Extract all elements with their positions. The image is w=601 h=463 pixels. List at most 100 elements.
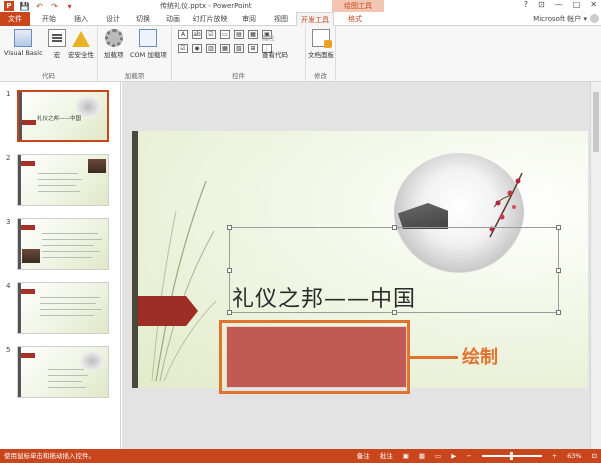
modify-group-label: 修改 <box>314 72 327 80</box>
tab-format[interactable]: 格式 <box>340 12 370 26</box>
tab-file[interactable]: 文件 <box>0 12 30 26</box>
ribbon-display-button[interactable]: ⊡ <box>538 0 545 9</box>
red-arrow-tab <box>138 296 198 326</box>
slide-sorter-icon[interactable]: ▦ <box>419 449 425 463</box>
fit-to-window-icon[interactable]: ⊡ <box>592 449 597 463</box>
addins-group-label: 加载项 <box>124 72 145 80</box>
zoom-slider[interactable] <box>481 452 542 460</box>
checkbox2-control-icon[interactable]: ☑ <box>178 44 188 53</box>
macros-button[interactable]: 宏 <box>48 29 66 59</box>
gear-icon <box>104 29 123 47</box>
slide-number: 2 <box>6 154 11 162</box>
drawn-control[interactable] <box>226 326 407 388</box>
document-panel-button[interactable]: 文档面板 <box>308 29 334 59</box>
resize-handle[interactable] <box>227 225 232 230</box>
vertical-scrollbar[interactable] <box>590 82 601 449</box>
view-code-button[interactable]: 查看代码 <box>262 49 288 59</box>
grass-decoration <box>151 180 216 381</box>
slide-number: 5 <box>6 346 11 354</box>
close-button[interactable]: ✕ <box>590 0 597 9</box>
resize-handle[interactable] <box>227 268 232 273</box>
reading-view-icon[interactable]: ▭ <box>435 449 441 463</box>
redo-icon[interactable]: ↷ <box>50 2 59 11</box>
powerpoint-logo-icon: P <box>4 1 14 11</box>
avatar[interactable] <box>590 14 599 23</box>
tab-review[interactable]: 审阅 <box>234 12 264 26</box>
addins-button[interactable]: 加载项 <box>104 29 124 59</box>
checkbox-control-icon[interactable]: ☑ <box>206 30 216 39</box>
controls-grid: A ab ☑ ▭ ▤ ▦ ▣ ☑ ◉ ▥ ▦ ▧ ⊞ ⋮ <box>178 30 273 54</box>
undo-icon[interactable]: ↶ <box>35 2 44 11</box>
tab-view[interactable]: 视图 <box>266 12 296 26</box>
thumbnail-title: 礼仪之邦——中国 <box>37 116 82 122</box>
maximize-button[interactable]: □ <box>573 0 581 9</box>
spin-control-icon[interactable]: ▦ <box>220 44 230 53</box>
textbox-control-icon[interactable]: ab <box>192 30 202 39</box>
tab-developer[interactable]: 开发工具 <box>296 12 334 26</box>
tab-slideshow[interactable]: 幻灯片放映 <box>188 12 232 26</box>
normal-view-icon[interactable]: ▣ <box>403 449 409 463</box>
slide-thumbnail-1[interactable]: 礼仪之邦——中国 <box>17 90 109 142</box>
resize-handle[interactable] <box>556 268 561 273</box>
quick-access-toolbar: P 💾 ↶ ↷ ▾ <box>4 1 74 11</box>
account-menu[interactable]: Microsoft 帐户 ▾ <box>533 14 587 24</box>
minimize-button[interactable]: — <box>555 0 563 9</box>
tab-animations[interactable]: 动画 <box>158 12 188 26</box>
listbox-control-icon[interactable]: ▤ <box>234 30 244 39</box>
modify-group: 文档面板 修改 <box>306 26 336 82</box>
slide-thumbnails-pane: 1 礼仪之邦——中国 2 3 4 5 <box>0 82 121 449</box>
notes-button[interactable]: 备注 <box>357 449 370 463</box>
slide-thumbnail-2[interactable] <box>17 154 109 206</box>
slide-number: 1 <box>6 90 11 98</box>
slide-thumbnail-4[interactable] <box>17 282 109 334</box>
combobox-control-icon[interactable]: ▦ <box>248 30 258 39</box>
help-button[interactable]: ? <box>524 0 528 9</box>
ribbon-tabs: 文件 开始 插入 设计 切换 动画 幻灯片放映 审阅 视图 开发工具 格式 Mi… <box>0 12 601 26</box>
zoom-out-button[interactable]: − <box>466 449 471 463</box>
slide-thumbnail-5[interactable] <box>17 346 109 398</box>
slide-number: 4 <box>6 282 11 290</box>
properties-button[interactable]: 属性 <box>262 32 288 42</box>
controls-group-label: 控件 <box>232 72 245 80</box>
title-bar: P 💾 ↶ ↷ ▾ 传统礼仪.pptx - PowerPoint 绘图工具 ? … <box>0 0 601 12</box>
resize-handle[interactable] <box>556 225 561 230</box>
save-icon[interactable]: 💾 <box>20 2 30 11</box>
zoom-level[interactable]: 63% <box>567 449 581 463</box>
zoom-slider-knob[interactable] <box>509 452 513 460</box>
tab-insert[interactable]: 插入 <box>66 12 96 26</box>
window-controls: ? ⊡ — □ ✕ <box>524 0 597 9</box>
com-addins-button[interactable]: COM 加载项 <box>130 29 167 59</box>
slideshow-icon[interactable]: ▶ <box>451 449 456 463</box>
zoom-in-button[interactable]: + <box>552 449 557 463</box>
controls-commands: 属性 查看代码 <box>262 32 288 59</box>
drawing-tools-context-label: 绘图工具 <box>332 0 384 12</box>
slide-thumbnail-3[interactable] <box>17 218 109 270</box>
code-group-label: 代码 <box>42 72 55 80</box>
code-group: Visual Basic 宏 宏安全性 代码 <box>0 26 98 82</box>
controls-group: A ab ☑ ▭ ▤ ▦ ▣ ☑ ◉ ▥ ▦ ▧ ⊞ ⋮ 属性 查看代码 控件 <box>172 26 306 82</box>
scrollbar-control-icon[interactable]: ⊞ <box>248 44 258 53</box>
status-bar: 使用鼠标单击和拖动插入控件。 备注 批注 ▣ ▦ ▭ ▶ − + 63% ⊡ <box>0 449 601 463</box>
tab-transitions[interactable]: 切换 <box>128 12 158 26</box>
status-right: 备注 批注 ▣ ▦ ▭ ▶ − + 63% ⊡ <box>357 449 597 463</box>
customize-qat-icon[interactable]: ▾ <box>65 2 74 11</box>
visual-basic-button[interactable]: Visual Basic <box>4 29 43 57</box>
label-control-icon[interactable]: A <box>178 30 188 39</box>
button-control-icon[interactable]: ▭ <box>220 30 230 39</box>
ribbon: Visual Basic 宏 宏安全性 代码 加载项 COM 加载项 加载项 A… <box>0 26 601 82</box>
slide-left-bar <box>132 131 138 388</box>
resize-handle[interactable] <box>392 225 397 230</box>
tab-design[interactable]: 设计 <box>98 12 128 26</box>
visual-basic-icon <box>14 29 33 47</box>
tab-home[interactable]: 开始 <box>34 12 64 26</box>
toggle-control-icon[interactable]: ▧ <box>234 44 244 53</box>
resize-handle[interactable] <box>556 310 561 315</box>
macro-security-button[interactable]: 宏安全性 <box>68 29 94 59</box>
warning-icon <box>72 29 90 47</box>
slide-title: 礼仪之邦——中国 <box>232 287 417 312</box>
macros-icon <box>48 29 66 47</box>
comments-button[interactable]: 批注 <box>380 449 393 463</box>
image-control-icon[interactable]: ▥ <box>206 44 216 53</box>
radio-control-icon[interactable]: ◉ <box>192 44 202 53</box>
slide-number: 3 <box>6 218 11 226</box>
